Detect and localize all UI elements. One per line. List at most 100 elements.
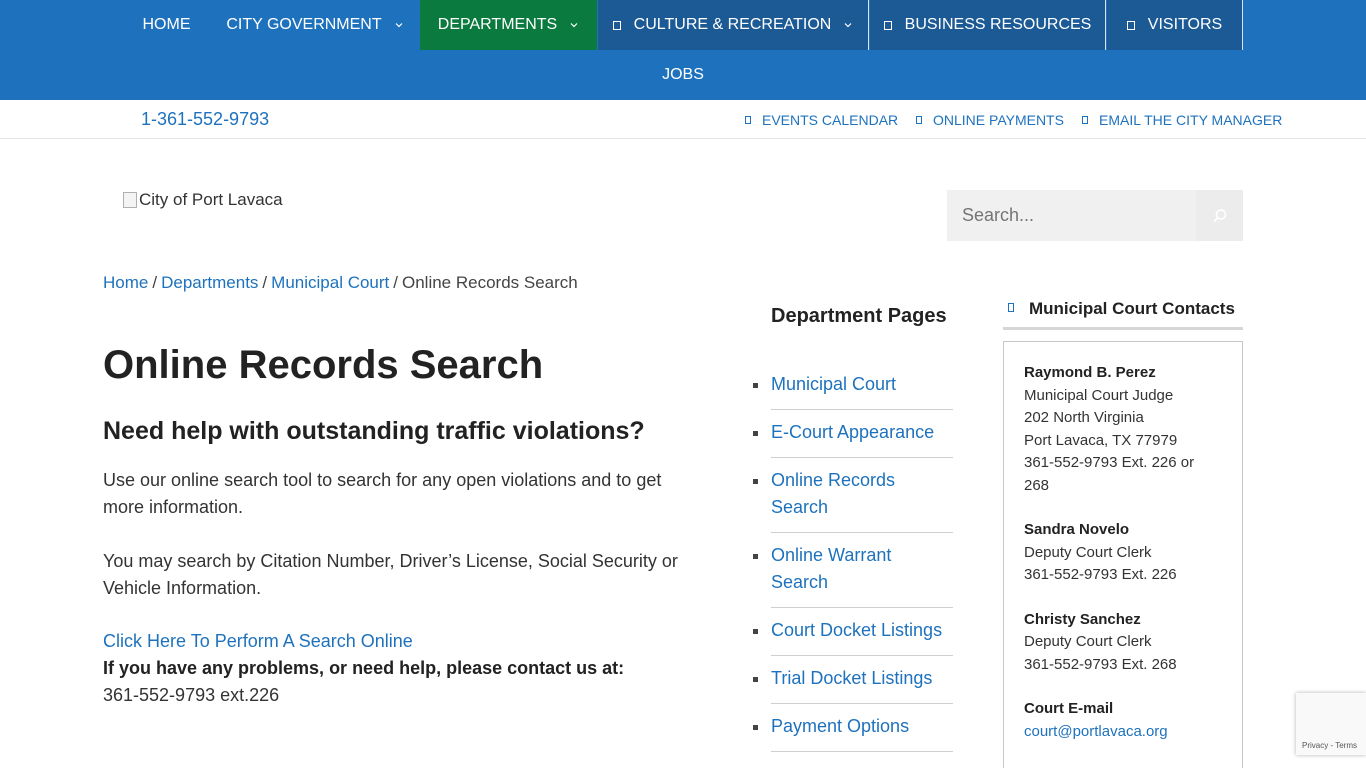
bullet-icon — [753, 554, 758, 559]
court-email-link[interactable]: court@portlavaca.org — [1024, 723, 1168, 740]
recaptcha-badge[interactable]: Privacy - Terms — [1296, 693, 1366, 755]
contact-phone: 361-552-9793 Ext. 226 — [1024, 566, 1177, 583]
contact-card: Court E-mail court@portlavaca.org — [1024, 698, 1222, 743]
nav-item-label: JOBS — [662, 66, 704, 83]
breadcrumb: Home / Departments / Municipal Court / Online … — [103, 273, 578, 293]
contact-name: Raymond B. Perez — [1024, 364, 1156, 381]
contact-card: Raymond B. Perez Municipal Court Judge 2… — [1024, 362, 1222, 497]
contact-role: Deputy Court Clerk — [1024, 543, 1152, 561]
contact-phone: 361-552-9793 Ext. 268 — [1024, 655, 1177, 673]
contacts-title: Municipal Court Contacts — [1029, 299, 1235, 318]
breadcrumb-current: Online Records Search — [402, 273, 578, 292]
contact-address-line: Port Lavaca, TX 77979 — [1024, 431, 1178, 449]
dept-link-municipal-court[interactable]: Municipal Court — [771, 374, 896, 394]
breadcrumb-separator: / — [152, 273, 158, 292]
utility-bar: 1-361-552-9793 EVENTS CALENDAR ONLINE PA… — [0, 100, 1366, 139]
calendar-icon — [745, 116, 751, 124]
perform-search-link[interactable]: Click Here To Perform A Search Online — [103, 631, 413, 652]
list-item: Municipal Court — [753, 362, 953, 410]
contact-role: Municipal Court Judge — [1024, 386, 1174, 404]
logo-alt-text: City of Port Lavaca — [139, 190, 283, 209]
nav-item-label: DEPARTMENTS — [437, 16, 558, 33]
breadcrumb-separator: / — [262, 273, 268, 292]
nav-item-label: BUSINESS RESOURCES — [904, 16, 1092, 33]
util-link-label: EVENTS CALENDAR — [762, 112, 899, 128]
dept-link-court-docket-listings[interactable]: Court Docket Listings — [771, 620, 942, 640]
contacts-header: Municipal Court Contacts — [1003, 299, 1243, 330]
util-link-label: EMAIL THE CITY MANAGER — [1099, 112, 1283, 128]
square-icon — [883, 20, 892, 30]
dept-link-trial-docket-listings[interactable]: Trial Docket Listings — [771, 668, 932, 688]
dept-link-payment-options[interactable]: Payment Options — [771, 716, 909, 736]
email-city-manager-link[interactable]: EMAIL THE CITY MANAGER — [1082, 112, 1282, 128]
breadcrumb-separator: / — [393, 273, 398, 292]
page-title: Online Records Search — [103, 343, 544, 387]
main-navigation: HOME CITY GOVERNMENT DEPARTMENTS CULTURE… — [0, 0, 1366, 100]
list-item: Court Docket Listings — [753, 608, 953, 656]
nav-item-visitors[interactable]: VISITORS — [1107, 0, 1243, 50]
broken-image-icon — [123, 192, 137, 208]
contact-card: Christy Sanchez Deputy Court Clerk 361-5… — [1024, 609, 1222, 677]
recaptcha-privacy-link[interactable]: Privacy — [1302, 741, 1328, 750]
nav-item-business-resources[interactable]: BUSINESS RESOURCES — [870, 0, 1106, 50]
bullet-icon — [753, 725, 758, 730]
chevron-down-icon — [570, 23, 578, 28]
nav-item-culture-recreation[interactable]: CULTURE & RECREATION — [598, 0, 869, 50]
search-options-paragraph: You may search by Citation Number, Drive… — [103, 551, 678, 598]
online-payments-link[interactable]: ONLINE PAYMENTS — [916, 112, 1064, 128]
recaptcha-terms-link[interactable]: Terms — [1335, 741, 1357, 750]
nav-item-label: HOME — [142, 16, 191, 33]
bullet-icon — [753, 383, 758, 388]
chevron-down-icon — [844, 23, 852, 28]
nav-row-primary: HOME CITY GOVERNMENT DEPARTMENTS CULTURE… — [0, 0, 1366, 50]
util-link-label: ONLINE PAYMENTS — [933, 112, 1064, 128]
bullet-icon — [753, 629, 758, 634]
dept-link-e-court-appearance[interactable]: E-Court Appearance — [771, 422, 934, 442]
help-text: If you have any problems, or need help, … — [103, 658, 625, 678]
breadcrumb-home[interactable]: Home — [103, 273, 148, 292]
help-phone: 361-552-9793 ext.226 — [103, 685, 280, 705]
events-calendar-link[interactable]: EVENTS CALENDAR — [745, 112, 898, 128]
list-item: Trial Docket Listings — [753, 656, 953, 704]
list-item: E-Court Appearance — [753, 410, 953, 458]
nav-item-departments[interactable]: DEPARTMENTS — [420, 0, 597, 50]
contact-role: Deputy Court Clerk — [1024, 633, 1152, 650]
phone-link[interactable]: 1-361-552-9793 — [141, 109, 269, 130]
site-logo[interactable]: City of Port Lavaca — [123, 190, 283, 210]
bullet-icon — [753, 431, 758, 436]
dept-link-online-records-search[interactable]: Online Records Search — [771, 470, 895, 517]
breadcrumb-departments[interactable]: Departments — [161, 273, 258, 292]
department-pages-title: Department Pages — [771, 305, 947, 327]
search-icon — [1212, 208, 1226, 222]
recaptcha-links: Privacy - Terms — [1302, 741, 1357, 750]
contacts-box: Raymond B. Perez Municipal Court Judge 2… — [1003, 341, 1243, 768]
contact-address-line: 202 North Virginia — [1024, 409, 1144, 426]
department-pages-list: Municipal Court E-Court Appearance Onlin… — [753, 362, 953, 752]
nav-item-label: CITY GOVERNMENT — [226, 16, 382, 33]
bullet-icon — [753, 479, 758, 484]
nav-item-jobs[interactable]: JOBS — [650, 50, 716, 100]
nav-item-label: VISITORS — [1147, 16, 1223, 33]
intro-paragraph: Use our online search tool to search for… — [103, 470, 662, 517]
bullet-icon — [753, 677, 758, 682]
nav-item-city-government[interactable]: CITY GOVERNMENT — [220, 0, 410, 50]
phone-icon — [1008, 303, 1014, 312]
search-input[interactable] — [947, 190, 1196, 241]
email-icon — [1082, 116, 1088, 124]
search-button[interactable] — [1196, 190, 1243, 241]
contact-card: Sandra Novelo Deputy Court Clerk 361-552… — [1024, 519, 1222, 587]
chevron-down-icon — [395, 23, 403, 28]
contact-name: Christy Sanchez — [1024, 610, 1141, 628]
contact-email-label: Court E-mail — [1024, 700, 1114, 717]
contact-name: Sandra Novelo — [1024, 521, 1130, 538]
square-icon — [612, 20, 621, 30]
breadcrumb-municipal-court[interactable]: Municipal Court — [271, 273, 389, 292]
dept-link-online-warrant-search[interactable]: Online Warrant Search — [771, 545, 891, 592]
contact-phone: 361-552-9793 Ext. 226 or 268 — [1024, 454, 1195, 494]
list-item: Payment Options — [753, 704, 953, 752]
recaptcha-separator: - — [1330, 741, 1334, 750]
nav-item-home[interactable]: HOME — [133, 0, 200, 50]
list-item: Online Warrant Search — [753, 533, 953, 608]
square-icon — [1126, 20, 1135, 30]
payment-icon — [916, 116, 922, 124]
